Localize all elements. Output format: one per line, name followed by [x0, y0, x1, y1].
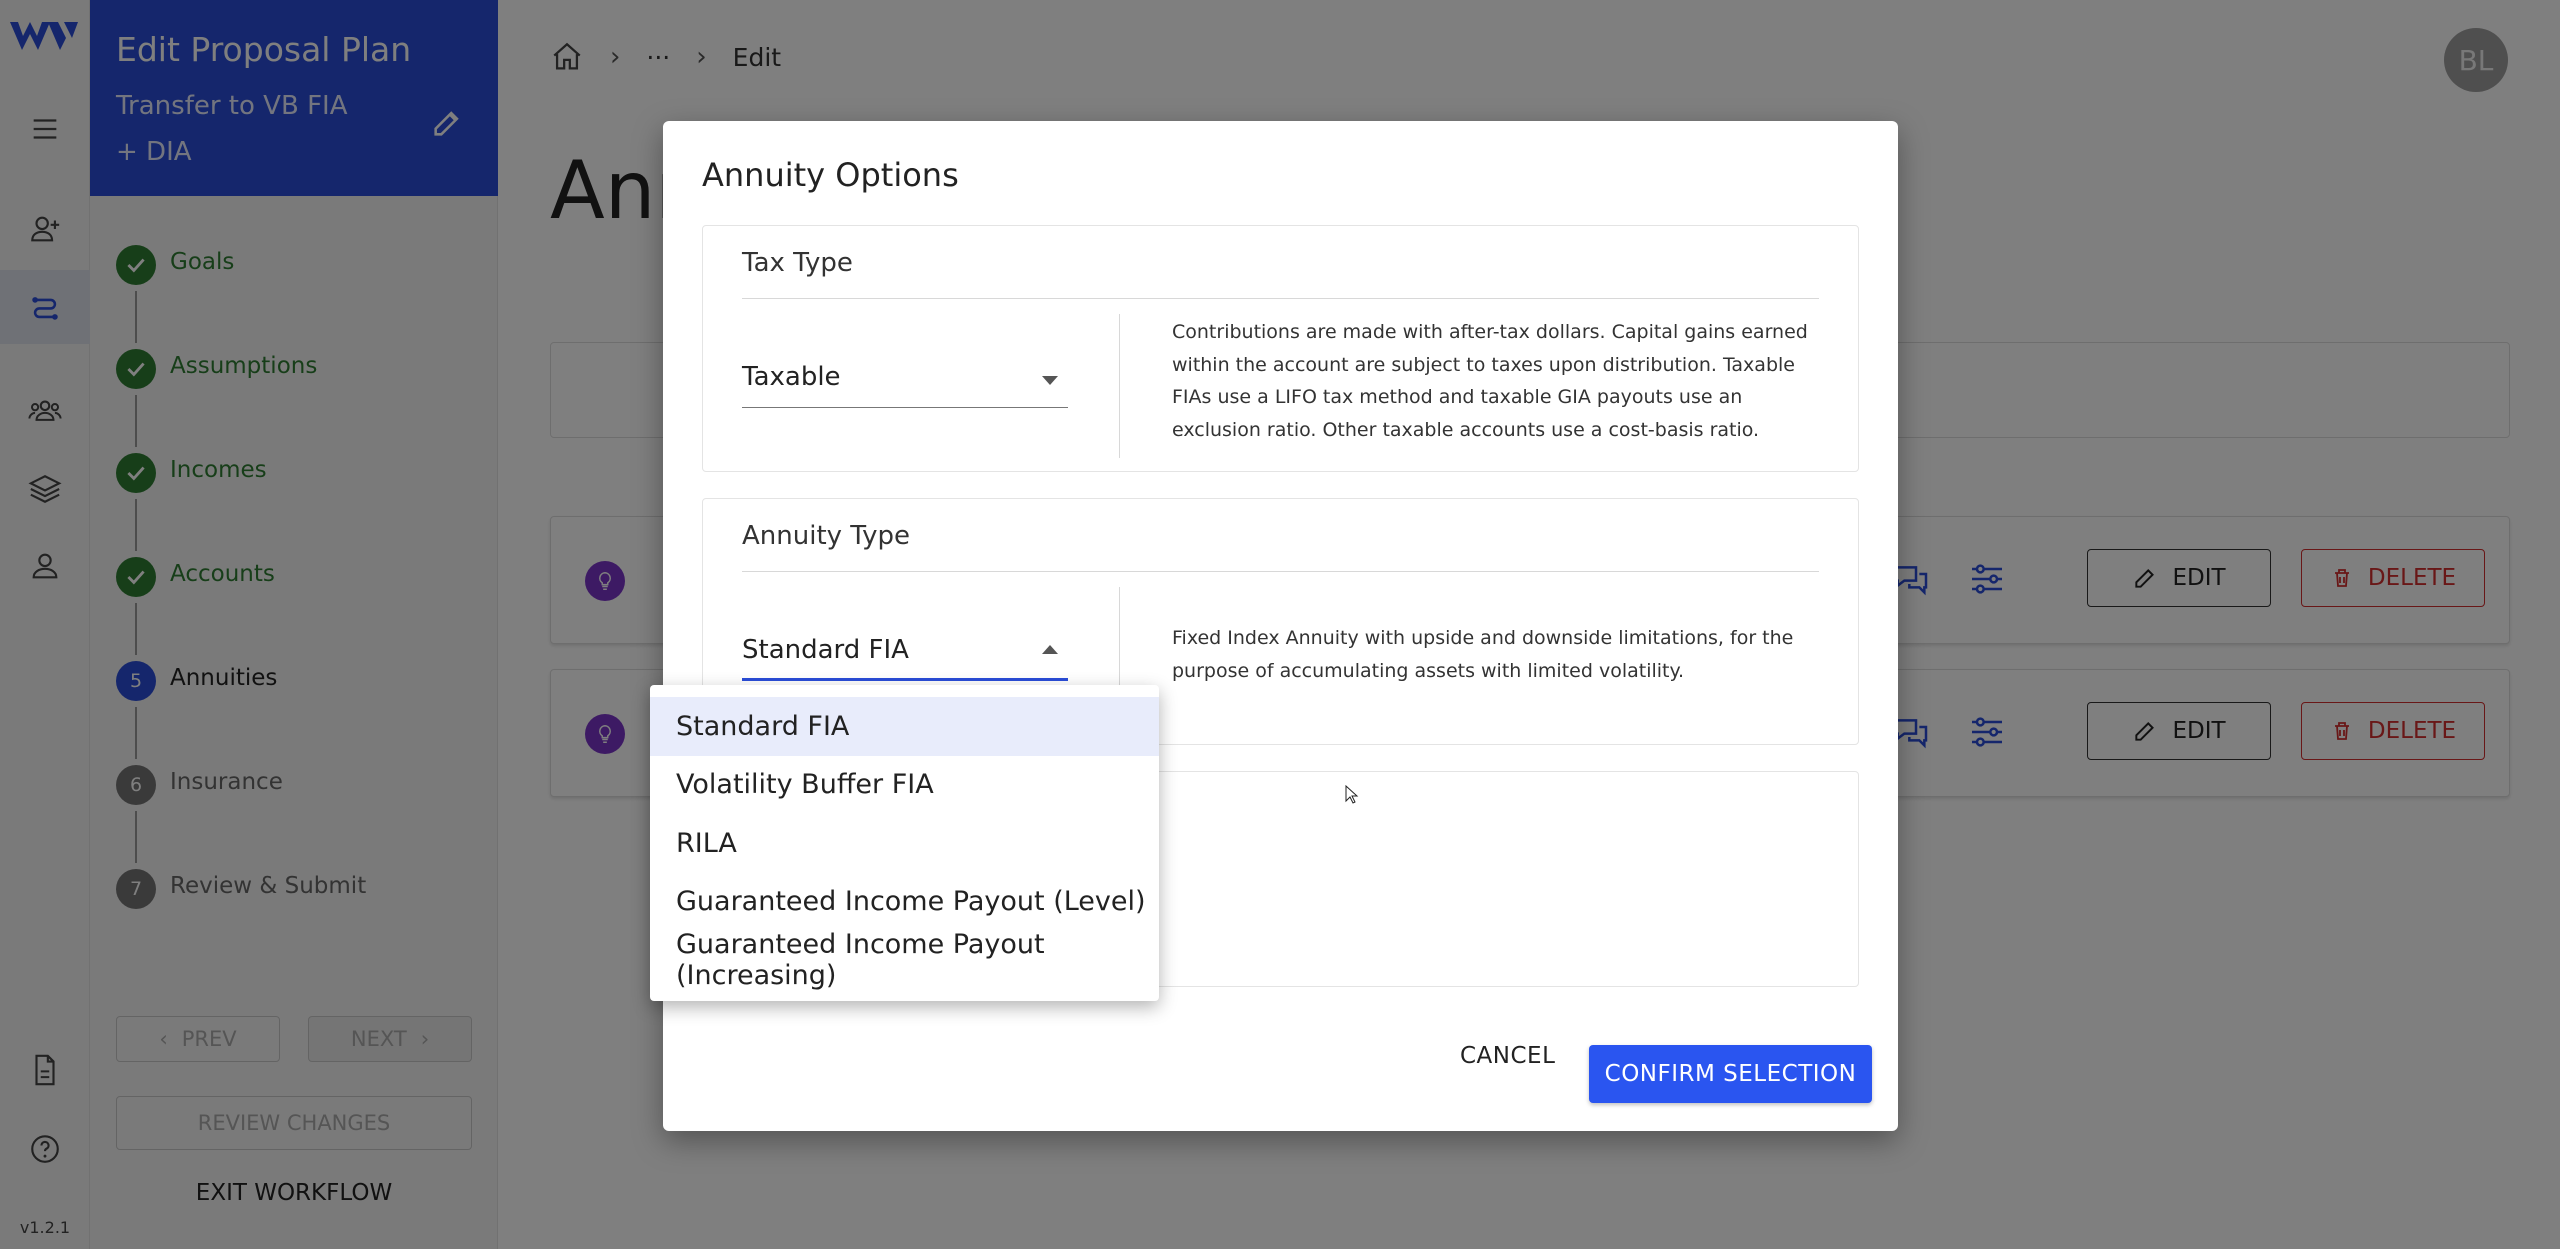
annuity-type-description: Fixed Index Annuity with upside and down… — [1172, 627, 1794, 682]
caret-down-icon — [1042, 376, 1058, 385]
tax-type-section: Tax Type Taxable Contributions are made … — [702, 225, 1859, 472]
cancel-button[interactable]: CANCEL — [1460, 1043, 1555, 1069]
mouse-cursor-icon — [1345, 785, 1359, 804]
section-title: Annuity Type — [742, 521, 911, 551]
menu-option[interactable]: Guaranteed Income Payout (Increasing) — [650, 929, 1159, 991]
select-value: Standard FIA — [742, 635, 909, 665]
tax-type-select[interactable]: Taxable — [742, 352, 1068, 408]
select-value: Taxable — [742, 362, 841, 392]
divider — [742, 298, 1819, 299]
menu-option[interactable]: RILA — [650, 814, 1159, 873]
menu-option[interactable]: Guaranteed Income Payout (Level) — [650, 873, 1159, 932]
confirm-selection-button[interactable]: CONFIRM SELECTION — [1589, 1045, 1872, 1103]
menu-option[interactable]: Standard FIA — [650, 697, 1159, 756]
annuity-type-menu: Standard FIA Volatility Buffer FIA RILA … — [650, 685, 1159, 1001]
annuity-type-select[interactable]: Standard FIA — [742, 625, 1068, 681]
divider — [1119, 314, 1120, 458]
dialog-title: Annuity Options — [702, 156, 959, 194]
divider — [742, 571, 1819, 572]
tax-type-description: Contributions are made with after-tax do… — [1172, 321, 1808, 441]
menu-option[interactable]: Volatility Buffer FIA — [650, 756, 1159, 815]
caret-up-icon — [1042, 645, 1058, 654]
section-title: Tax Type — [742, 248, 853, 278]
